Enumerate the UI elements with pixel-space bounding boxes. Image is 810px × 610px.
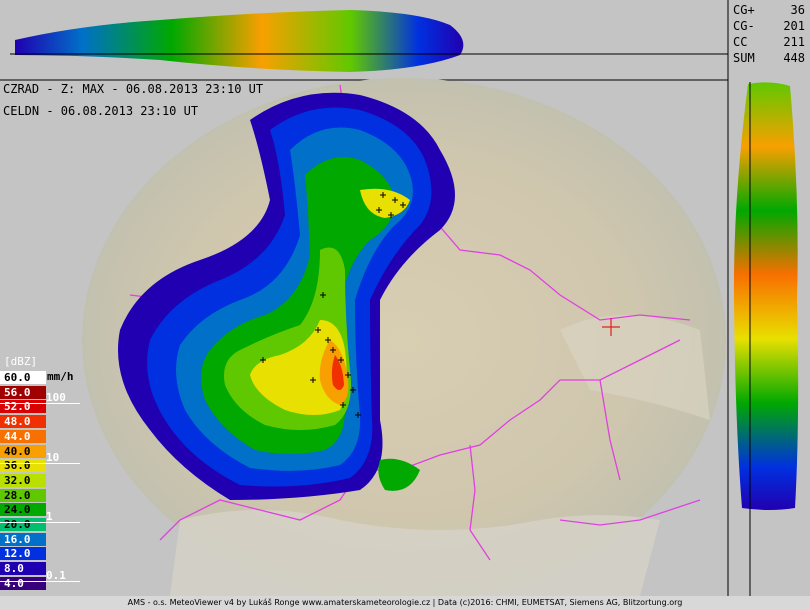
radar-product-title: CZRAD - Z: MAX - 06.08.2013 23:10 UT [3,82,264,96]
legend-level: 32.0 [0,473,46,487]
legend-rate-unit: mm/h [47,370,74,383]
lightning-stats-panel: CG+ 36 CG- 201 CC 211 SUM 448 [728,2,808,68]
rate-label-0-1: 0.1 [46,569,66,582]
stat-value: 448 [783,51,805,65]
stat-label: CG+ [733,3,755,17]
legend-level: 8.0 [0,562,46,576]
side-profile-strip [733,82,799,511]
stat-row-cg-plus: CG+ 36 [733,2,807,18]
legend-level: 16.0 [0,532,46,546]
stat-value: 201 [783,19,805,33]
rate-label-10: 10 [46,451,60,464]
legend-level: 24.0 [0,503,46,517]
legend-level: 28.0 [0,488,46,502]
legend-level: 12.0 [0,547,46,561]
legend-level: 60.0 [0,371,46,384]
stat-value: 36 [790,3,805,17]
top-profile-strip [15,10,464,72]
legend-unit-label: [dBZ] [4,355,38,368]
legend-level: 40.0 [0,444,46,458]
footer-credits: AMS - o.s. MeteoViewer v4 by Lukáš Ronge… [0,596,810,610]
stat-label: CC [733,35,748,49]
legend-level: 56.0 [0,385,46,399]
legend-level: 4.0 [0,576,46,590]
rate-label-100: 100 [46,391,66,404]
dbz-legend: [dBZ] mm/h 60.0 56.0 52.0 48.0 44.0 40.0 36.0 3… [0,355,80,595]
legend-level: 36.0 [0,459,46,473]
lightning-product-title: CELDN - 06.08.2013 23:10 UT [3,104,199,118]
legend-level: 48.0 [0,415,46,429]
rate-label-1: 1 [46,510,53,523]
stat-label: CG- [733,19,755,33]
legend-level: 44.0 [0,429,46,443]
stat-value: 211 [783,35,805,49]
stat-row-cg-minus: CG- 201 [733,18,807,34]
stat-row-sum: SUM 448 [733,50,807,66]
stat-label: SUM [733,51,755,65]
stat-row-cc: CC 211 [733,34,807,50]
legend-level: 20.0 [0,518,46,531]
